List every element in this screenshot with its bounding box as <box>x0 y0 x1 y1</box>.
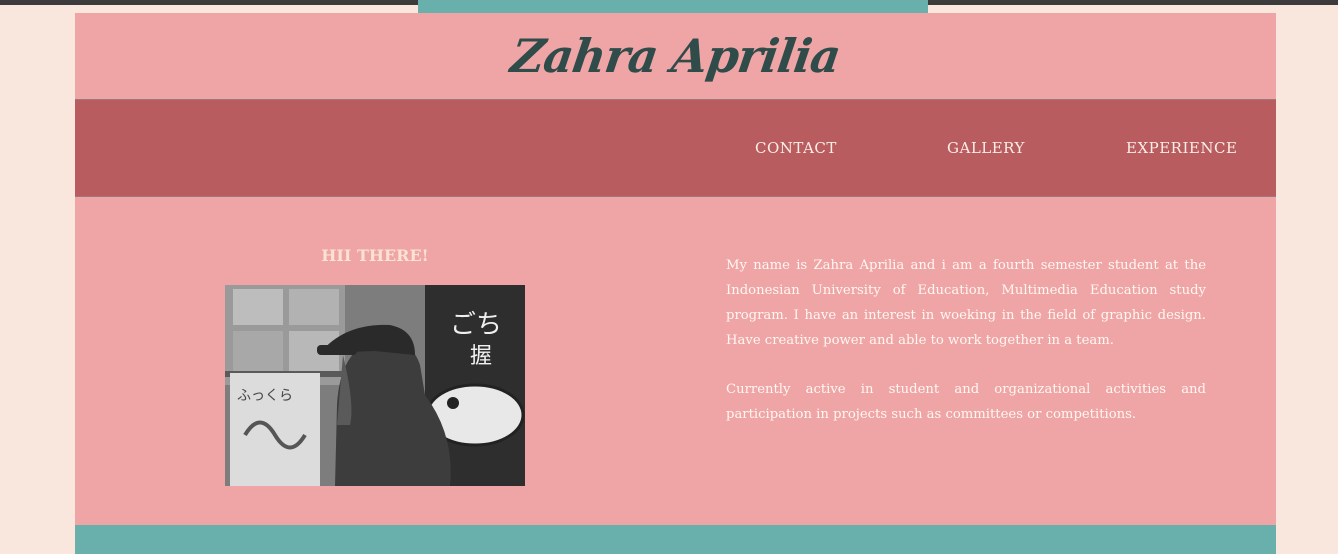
bio-paragraph: Currently active in student and organiza… <box>726 382 1206 422</box>
page-container: Zahra Aprilia CONTACT GALLERY EXPERIENCE… <box>75 13 1276 554</box>
svg-text:ふっくら: ふっくら <box>237 388 293 404</box>
svg-text:ごち: ごち <box>450 310 502 340</box>
bio-text: My name is Zahra Aprilia and i am a four… <box>726 253 1206 451</box>
about-section: HII THERE! ふっくら ごち 握 My name is Zahra Ap… <box>75 196 1276 525</box>
nav-item-contact[interactable]: CONTACT <box>755 100 837 196</box>
site-logo[interactable]: Zahra Aprilia <box>69 13 1282 99</box>
greeting-heading: HII THERE! <box>321 246 429 265</box>
main-nav: CONTACT GALLERY EXPERIENCE <box>75 99 1276 197</box>
bio-paragraph: My name is Zahra Aprilia and i am a four… <box>726 258 1206 348</box>
footer-bar <box>75 525 1276 554</box>
top-accent-bar <box>418 0 928 13</box>
profile-photo: ふっくら ごち 握 <box>225 285 525 486</box>
svg-text:握: 握 <box>470 344 492 369</box>
nav-item-experience[interactable]: EXPERIENCE <box>1126 100 1237 196</box>
nav-item-gallery[interactable]: GALLERY <box>947 100 1025 196</box>
site-header: Zahra Aprilia <box>75 13 1276 99</box>
